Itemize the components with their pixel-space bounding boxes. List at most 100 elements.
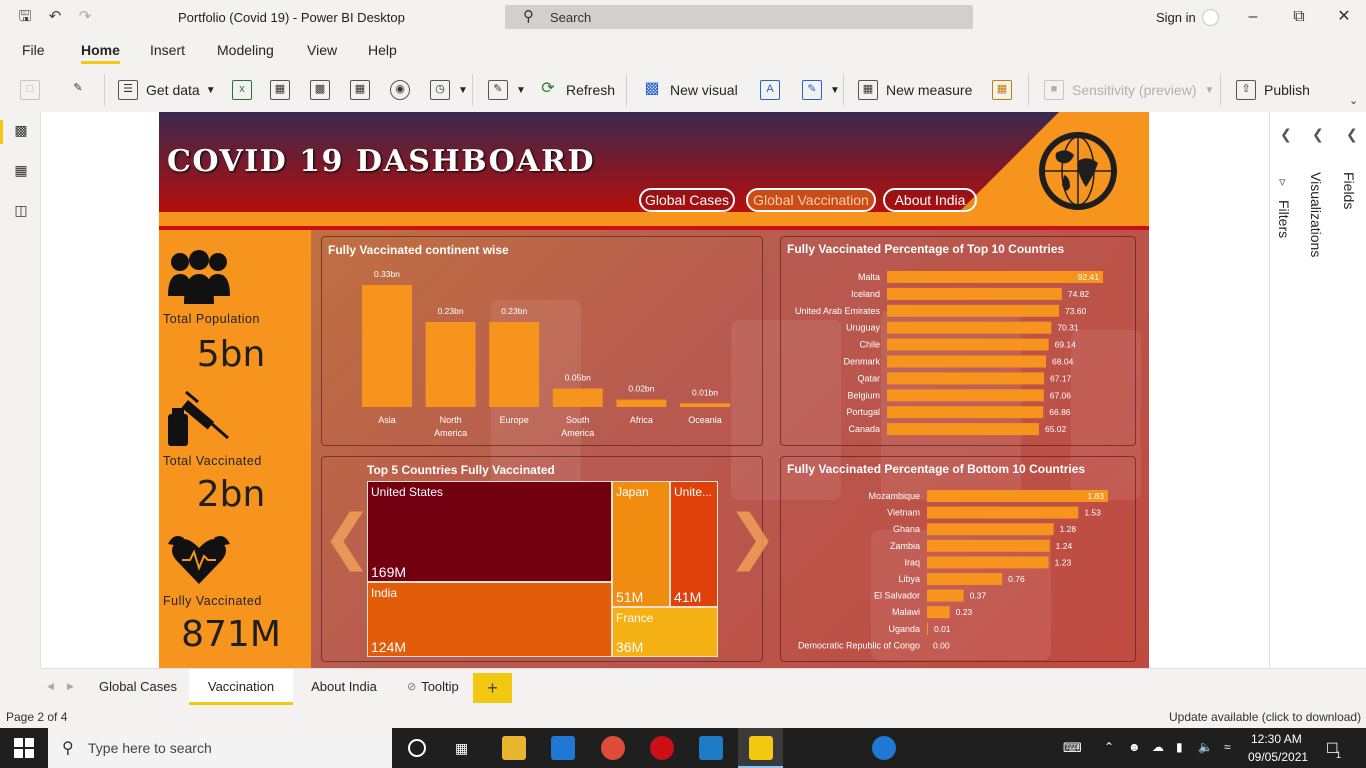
treemap-tile[interactable]: United States 169M [367, 481, 612, 582]
next-arrow-icon[interactable]: ❯ [727, 502, 777, 572]
clock-time[interactable]: 12:30 AM [1251, 732, 1302, 746]
collapse-fields-icon[interactable]: ❮ [1346, 126, 1358, 143]
add-page-button[interactable]: + [473, 673, 512, 703]
bar [616, 399, 667, 407]
tab-about-india[interactable]: About India [293, 669, 395, 705]
collapse-visualizations-icon[interactable]: ❮ [1312, 126, 1324, 143]
data-label: 1.83 [1087, 491, 1104, 501]
new-visual-button[interactable]: ▩ New visual [642, 80, 737, 100]
sql-button[interactable]: ▩ [310, 80, 338, 100]
bar [887, 304, 1060, 317]
bottom10-chart-panel: Fully Vaccinated Percentage of Bottom 10… [780, 456, 1136, 662]
tab-tooltip-label: Tooltip [421, 679, 459, 694]
file-explorer-icon[interactable] [502, 736, 526, 760]
get-data-button[interactable]: ☰ Get data ▼ [118, 80, 216, 100]
y-tick-label: Denmark [843, 357, 880, 367]
treemap-tile[interactable]: Japan 51M [612, 481, 670, 607]
nav-global-vaccination-button[interactable]: Global Vaccination [746, 188, 876, 212]
cortana-icon[interactable] [408, 739, 426, 757]
opera-icon[interactable] [650, 736, 674, 760]
treemap-tile-value: 169M [371, 564, 407, 580]
kpi-label: Total Vaccinated [163, 454, 262, 468]
keyboard-icon[interactable]: ⌨ [1063, 740, 1082, 756]
sign-in-link[interactable]: Sign in [1156, 10, 1196, 25]
chrome-icon[interactable] [601, 736, 625, 760]
close-icon[interactable]: ✕ [1329, 6, 1359, 28]
maximize-icon[interactable]: ⧉ [1284, 6, 1314, 28]
menu-home[interactable]: Home [81, 42, 120, 58]
quick-measure-icon: ▦ [992, 80, 1012, 100]
treemap-tile[interactable]: Unite... 41M [670, 481, 718, 607]
vscode-icon[interactable] [699, 736, 723, 760]
task-view-icon[interactable]: ▦ [455, 740, 468, 757]
bar [552, 388, 603, 407]
next-page-icon[interactable]: ▶ [67, 681, 74, 692]
help-icon[interactable] [872, 736, 896, 760]
menu-file[interactable]: File [22, 42, 45, 58]
report-view-icon[interactable]: ▩ [12, 122, 30, 140]
excel-button[interactable]: x [232, 80, 260, 100]
quick-measure-button[interactable]: ▦ [992, 80, 1020, 100]
globe-icon [1039, 132, 1117, 210]
nav-about-india-button[interactable]: About India [883, 188, 977, 212]
menu-view[interactable]: View [307, 42, 337, 58]
collapse-ribbon-icon[interactable]: ⌄ [1349, 94, 1358, 107]
menu-help[interactable]: Help [368, 42, 397, 58]
mail-icon[interactable] [551, 736, 575, 760]
enter-data-button[interactable]: ▦ [350, 80, 378, 100]
previous-arrow-icon[interactable]: ❮ [322, 502, 372, 572]
update-available-link[interactable]: Update available (click to download) [1169, 710, 1361, 724]
text-box-button[interactable]: A [760, 80, 788, 100]
powerbi-taskbar-button[interactable] [738, 728, 783, 768]
redo-icon[interactable]: ↷ [76, 8, 94, 26]
refresh-button[interactable]: ⟳ Refresh [538, 80, 615, 100]
bar [927, 490, 1108, 502]
hidden-page-icon: ⊘ [407, 681, 417, 693]
tab-tooltip[interactable]: ⊘ Tooltip [395, 669, 471, 705]
bar-chart-icon: ▩ [644, 80, 660, 97]
avatar[interactable] [1202, 9, 1219, 26]
page-tab-bar: ◀ ▶ Global Cases Vaccination About India… [41, 668, 1366, 706]
dataverse-button[interactable]: ◉ [390, 80, 418, 100]
data-hub-button[interactable]: ▦ [270, 80, 298, 100]
menu-insert[interactable]: Insert [150, 42, 185, 58]
recent-sources-button[interactable]: ◷ ▼ [430, 80, 468, 100]
data-label: 1.23 [1055, 557, 1072, 567]
battery-icon[interactable]: ▮ [1176, 740, 1183, 754]
volume-icon[interactable]: 🔈 [1198, 740, 1213, 754]
new-measure-button[interactable]: ▦ New measure [858, 80, 972, 100]
publish-button[interactable]: ⇧ Publish [1236, 80, 1310, 100]
tray-chevron-icon[interactable]: ⌃ [1104, 740, 1114, 754]
treemap-tile[interactable]: France 36M [612, 607, 718, 657]
format-painter-button[interactable]: ✎ [68, 80, 96, 100]
fields-pane-tab[interactable]: Fields [1341, 172, 1357, 209]
data-view-icon[interactable]: ▦ [12, 162, 30, 180]
clock-date[interactable]: 09/05/2021 [1248, 750, 1308, 764]
search-box[interactable]: ⚲ Search [505, 5, 973, 29]
filters-pane-tab[interactable]: Filters [1276, 200, 1292, 238]
more-visuals-button[interactable]: ✎ ▼ [802, 80, 840, 100]
minimize-icon[interactable]: – [1238, 6, 1268, 28]
model-view-icon[interactable]: ◫ [12, 202, 30, 220]
menu-modeling[interactable]: Modeling [217, 42, 274, 58]
tab-global-cases[interactable]: Global Cases [87, 669, 189, 705]
kpi-label: Total Population [163, 312, 260, 326]
prev-page-icon[interactable]: ◀ [47, 681, 54, 692]
x-tick-label: America [434, 428, 467, 438]
save-icon[interactable]: 🖫 [16, 8, 34, 26]
people-tray-icon[interactable]: ☻ [1128, 740, 1141, 754]
treemap-tile[interactable]: India 124M [367, 582, 612, 657]
taskbar-search[interactable]: ⚲ Type here to search [48, 728, 392, 768]
collapse-filters-icon[interactable]: ❮ [1280, 126, 1292, 143]
tab-vaccination[interactable]: Vaccination [189, 669, 293, 705]
data-label: 0.01 [934, 624, 951, 634]
onedrive-icon[interactable]: ☁ [1152, 740, 1164, 754]
nav-global-cases-button[interactable]: Global Cases [639, 188, 735, 212]
paste-button[interactable]: □ [20, 80, 48, 100]
undo-icon[interactable]: ↶ [46, 8, 64, 26]
transform-data-button[interactable]: ✎ ▼ [488, 80, 526, 100]
visualizations-pane-tab[interactable]: Visualizations [1308, 172, 1324, 257]
wifi-icon[interactable]: ≈ [1224, 740, 1231, 754]
chevron-down-icon: ▼ [1204, 84, 1215, 96]
windows-start-icon[interactable] [14, 738, 34, 758]
